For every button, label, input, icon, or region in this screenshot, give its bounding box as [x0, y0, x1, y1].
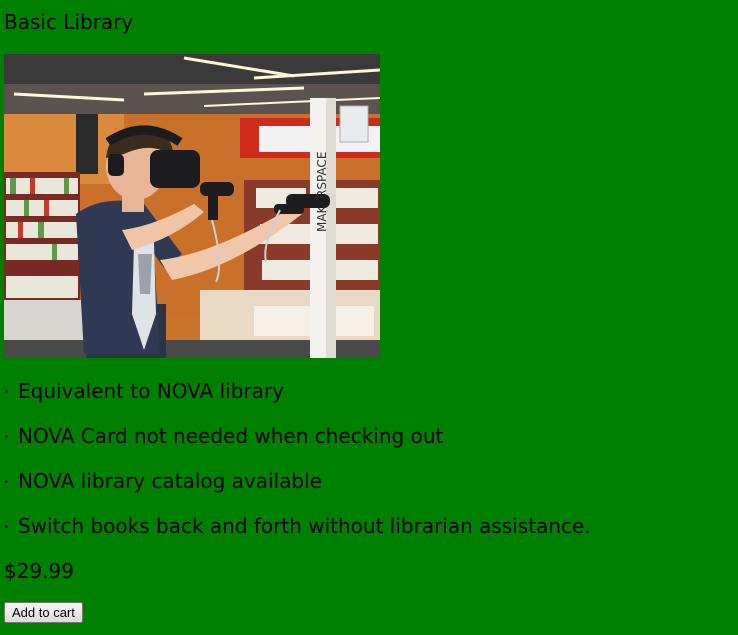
bullet-icon: ‣ [4, 433, 10, 443]
bullet-icon: ‣ [4, 523, 10, 533]
product-image: MAKERSPACE [4, 54, 380, 358]
bullet-icon: ‣ [4, 478, 10, 488]
feature-item: ‣ NOVA Card not needed when checking out [4, 424, 443, 450]
makerspace-sign-text: MAKERSPACE [315, 152, 329, 232]
bullet-icon: ‣ [4, 388, 10, 398]
product-price: $29.99 [4, 559, 74, 583]
feature-text: NOVA library catalog available [18, 469, 322, 493]
feature-text: Switch books back and forth without libr… [18, 514, 591, 538]
add-to-cart-button[interactable]: Add to cart [4, 602, 83, 623]
feature-item: ‣ NOVA library catalog available [4, 469, 322, 495]
feature-text: NOVA Card not needed when checking out [18, 424, 444, 448]
feature-item: ‣ Equivalent to NOVA library [4, 379, 284, 405]
feature-text: Equivalent to NOVA library [18, 379, 284, 403]
product-title: Basic Library [4, 10, 134, 34]
feature-item: ‣ Switch books back and forth without lib… [4, 514, 591, 540]
